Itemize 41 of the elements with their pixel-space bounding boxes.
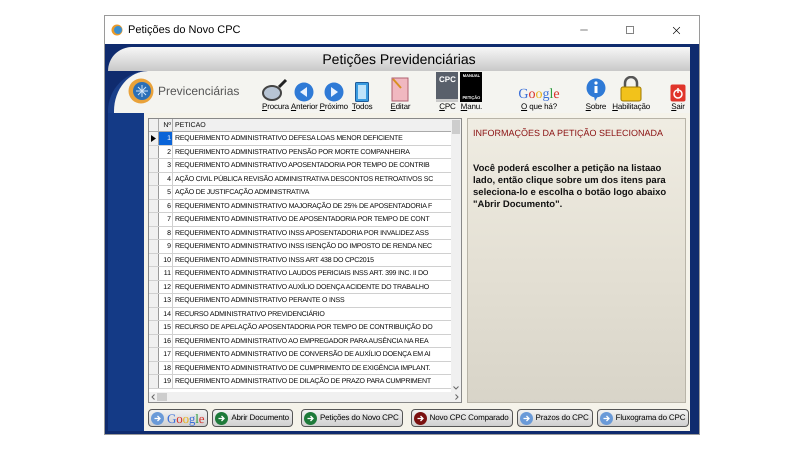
scroll-thumb[interactable] — [157, 393, 167, 401]
row-pointer-icon — [151, 134, 156, 142]
dialog-button[interactable]: Prazos do CPC — [516, 409, 593, 427]
header-title: Petições Previdenciárias — [322, 50, 476, 69]
toolbar-button[interactable]: Google O que há? — [518, 88, 560, 111]
row-indicator[interactable] — [149, 132, 159, 144]
toolbar-button[interactable]: Todos — [352, 82, 372, 111]
toolbar-button[interactable]: Habilitação — [612, 76, 650, 111]
toolbar-button[interactable]: Procura — [262, 78, 289, 111]
dialog-button[interactable]: Fluxograma do CPC — [596, 409, 690, 427]
window-title: Petições do Novo CPC — [128, 22, 240, 38]
toolbar-button[interactable]: Próximo — [320, 82, 348, 111]
toolbar-button[interactable]: CPC CPC — [436, 72, 458, 111]
vertical-scrollbar[interactable] — [451, 119, 461, 392]
toolbar-button[interactable]: Sobre — [586, 78, 606, 111]
logo-icon — [128, 78, 154, 104]
google-logo: Google — [518, 88, 560, 102]
dialog-button[interactable]: Novo CPC Comparado — [410, 409, 513, 427]
logo-text: Previcenciárias — [158, 83, 240, 100]
power-icon — [670, 84, 686, 102]
app-icon — [111, 24, 123, 36]
dialog-button[interactable]: Abrir Documento — [212, 409, 293, 427]
horizontal-scrollbar[interactable] — [149, 392, 461, 402]
toolbar-button[interactable]: Sair — [670, 84, 686, 111]
google-logo: Google — [167, 412, 204, 424]
right-caret-icon — [455, 394, 459, 400]
info-title: INFORMAÇÕES DA PETIÇÃO SELECIONADA — [473, 128, 664, 140]
cpc-book-icon: CPC — [436, 72, 458, 102]
magnifier-icon — [262, 78, 288, 102]
list-icon — [355, 82, 370, 102]
info-icon — [586, 78, 606, 102]
maximize-icon — [625, 25, 635, 35]
info-text: Você poderá escolher a petição na listaao lado, então clique sobre um dos itens para seleciona-lo e escolha o botão logo abaixo "Abrir Documento". — [473, 163, 668, 212]
notepad-pencil-icon — [391, 76, 410, 102]
left-caret-icon — [151, 394, 155, 400]
scroll-thumb[interactable] — [452, 120, 460, 134]
toolbar-button[interactable]: Editar — [390, 76, 410, 111]
toolbar-button[interactable]: Anterior — [290, 82, 318, 111]
dialog-button[interactable]: Petições do Novo CPC — [300, 409, 403, 427]
padlock-icon — [620, 76, 642, 102]
dialog-button[interactable]: Google — [148, 409, 208, 427]
